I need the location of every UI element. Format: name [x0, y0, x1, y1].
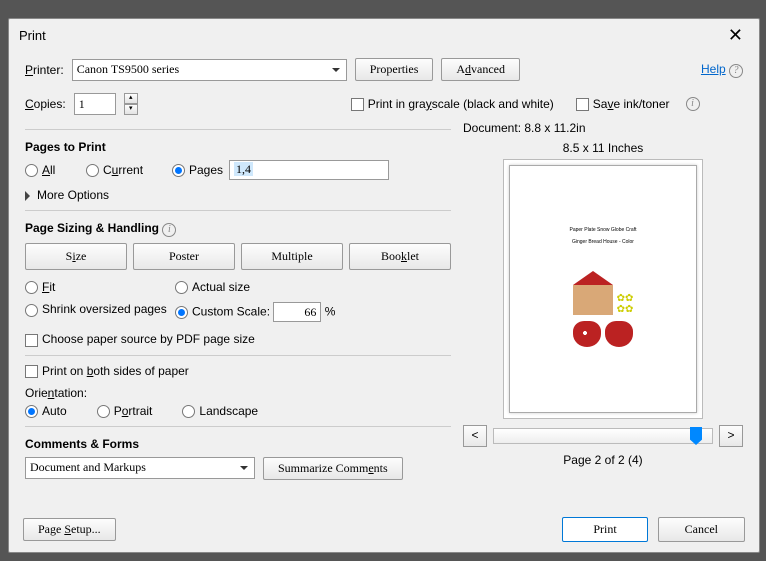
- pages-label: Pages: [189, 163, 223, 177]
- auto-radio[interactable]: [25, 405, 38, 418]
- papersource-checkbox[interactable]: [25, 334, 38, 347]
- percent-label: %: [325, 305, 336, 319]
- current-radio[interactable]: [86, 164, 99, 177]
- copies-input[interactable]: [74, 93, 116, 115]
- custom-scale-label: Custom Scale:: [192, 305, 270, 319]
- scale-input[interactable]: [273, 302, 321, 322]
- decoration-icons: ✿✿✿✿: [617, 293, 634, 315]
- close-icon[interactable]: ✕: [722, 25, 749, 46]
- shrink-label: Shrink oversized pages: [42, 302, 167, 316]
- preview-panel: Paper Plate Snow Globe Craft Ginger Brea…: [503, 159, 703, 419]
- print-button[interactable]: Print: [562, 517, 647, 542]
- copies-label: Copies:: [25, 97, 66, 111]
- orientation-label: Orientation:: [25, 386, 451, 400]
- comments-heading: Comments & Forms: [25, 437, 451, 451]
- fit-radio[interactable]: [25, 281, 38, 294]
- landscape-label: Landscape: [199, 404, 258, 418]
- advanced-button[interactable]: Advanced: [441, 58, 520, 81]
- actual-label: Actual size: [192, 280, 250, 294]
- cancel-button[interactable]: Cancel: [658, 517, 745, 542]
- saveink-info-icon[interactable]: i: [686, 97, 700, 111]
- expand-icon[interactable]: [25, 191, 35, 201]
- page-slider[interactable]: [493, 428, 713, 444]
- sizing-heading: Page Sizing & Handling: [25, 221, 159, 235]
- spin-down-icon[interactable]: ▾: [124, 104, 138, 115]
- landscape-radio[interactable]: [182, 405, 195, 418]
- preview-doc-title: Paper Plate Snow Globe Craft: [570, 227, 637, 233]
- help-link[interactable]: Help: [701, 62, 726, 76]
- page-status: Page 2 of 2 (4): [463, 453, 743, 467]
- summarize-button[interactable]: Summarize Comments: [263, 457, 403, 480]
- pages-to-print-heading: Pages to Print: [25, 140, 451, 154]
- house-icon: [573, 285, 613, 315]
- sizing-info-icon[interactable]: i: [162, 223, 176, 237]
- document-size-label: Document: 8.8 x 11.2in: [463, 121, 743, 135]
- poster-tab[interactable]: Poster: [133, 243, 235, 270]
- help-icon[interactable]: ?: [729, 64, 743, 78]
- saveink-label: Save ink/toner: [593, 97, 670, 111]
- all-radio[interactable]: [25, 164, 38, 177]
- shrink-radio[interactable]: [25, 304, 38, 317]
- bothsides-checkbox[interactable]: [25, 365, 38, 378]
- size-tab[interactable]: Size: [25, 243, 127, 270]
- pages-input[interactable]: 1,4: [229, 160, 389, 180]
- paper-size-label: 8.5 x 11 Inches: [463, 141, 743, 155]
- preview-doc-subtitle: Ginger Bread House - Color: [572, 239, 634, 245]
- more-options[interactable]: More Options: [37, 188, 109, 202]
- current-label: Current: [103, 163, 143, 177]
- title-bar: Print ✕: [9, 19, 759, 52]
- custom-scale-radio[interactable]: [175, 306, 188, 319]
- copies-spinner[interactable]: ▴▾: [124, 93, 138, 115]
- grayscale-label: Print in grayscale (black and white): [368, 97, 554, 111]
- auto-label: Auto: [42, 404, 67, 418]
- bothsides-label: Print on both sides of paper: [42, 364, 189, 378]
- house-roof-icon: [573, 251, 613, 285]
- properties-button[interactable]: Properties: [355, 58, 434, 81]
- grayscale-checkbox[interactable]: [351, 98, 364, 111]
- printer-label: Printer:: [25, 63, 64, 77]
- bow-icon: [573, 321, 633, 351]
- multiple-tab[interactable]: Multiple: [241, 243, 343, 270]
- dialog-title: Print: [19, 28, 46, 43]
- printer-select[interactable]: Canon TS9500 series: [72, 59, 347, 81]
- actual-radio[interactable]: [175, 281, 188, 294]
- comments-select[interactable]: Document and Markups: [25, 457, 255, 479]
- slider-thumb[interactable]: [690, 427, 702, 445]
- page-setup-button[interactable]: Page Setup...: [23, 518, 116, 541]
- pages-radio[interactable]: [172, 164, 185, 177]
- portrait-radio[interactable]: [97, 405, 110, 418]
- booklet-tab[interactable]: Booklet: [349, 243, 451, 270]
- all-label: All: [42, 163, 55, 177]
- fit-label: Fit: [42, 280, 55, 294]
- print-dialog: Print ✕ Printer: Canon TS9500 series Pro…: [8, 18, 760, 553]
- preview-page: Paper Plate Snow Globe Craft Ginger Brea…: [509, 165, 697, 413]
- papersource-label: Choose paper source by PDF page size: [42, 332, 255, 346]
- next-page-button[interactable]: >: [719, 425, 743, 447]
- prev-page-button[interactable]: <: [463, 425, 487, 447]
- saveink-checkbox[interactable]: [576, 98, 589, 111]
- spin-up-icon[interactable]: ▴: [124, 93, 138, 104]
- portrait-label: Portrait: [114, 404, 153, 418]
